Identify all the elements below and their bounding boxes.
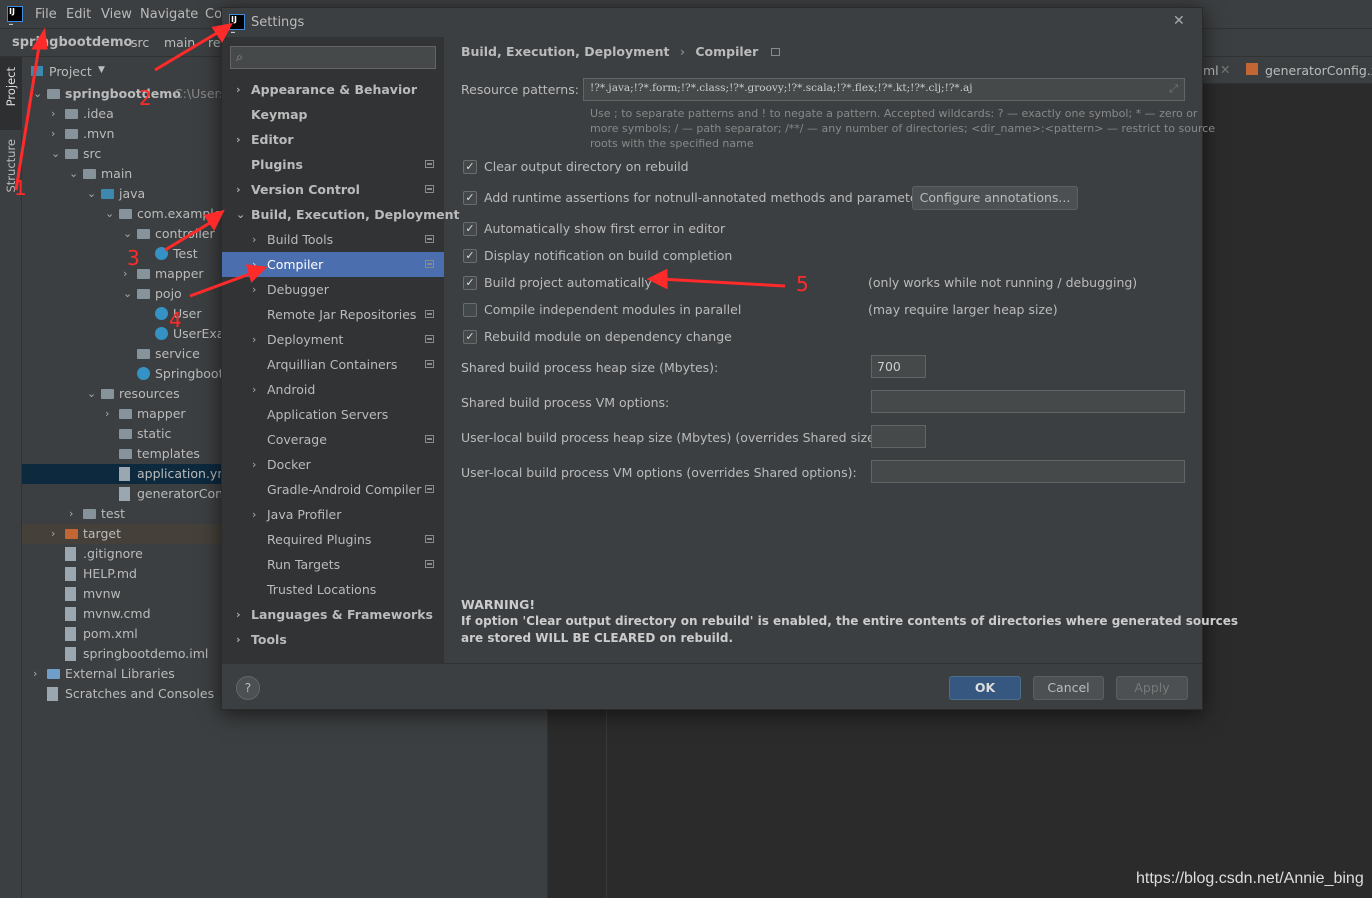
annotation-arrow-1 — [14, 39, 42, 191]
annotation-arrow-4 — [189, 270, 256, 298]
annotation-label: 1 — [14, 176, 27, 200]
annotation-arrows — [14, 22, 786, 298]
annotation-arrow-5 — [659, 277, 786, 288]
watermark: https://blog.csdn.net/Annie_bing — [1136, 870, 1364, 887]
annotation-label: 3 — [127, 246, 140, 270]
annotation-label: 2 — [139, 86, 152, 110]
annotation-label: 5 — [796, 272, 809, 296]
annotation-label: 4 — [169, 308, 182, 332]
annotation-arrow-2 — [154, 28, 223, 72]
